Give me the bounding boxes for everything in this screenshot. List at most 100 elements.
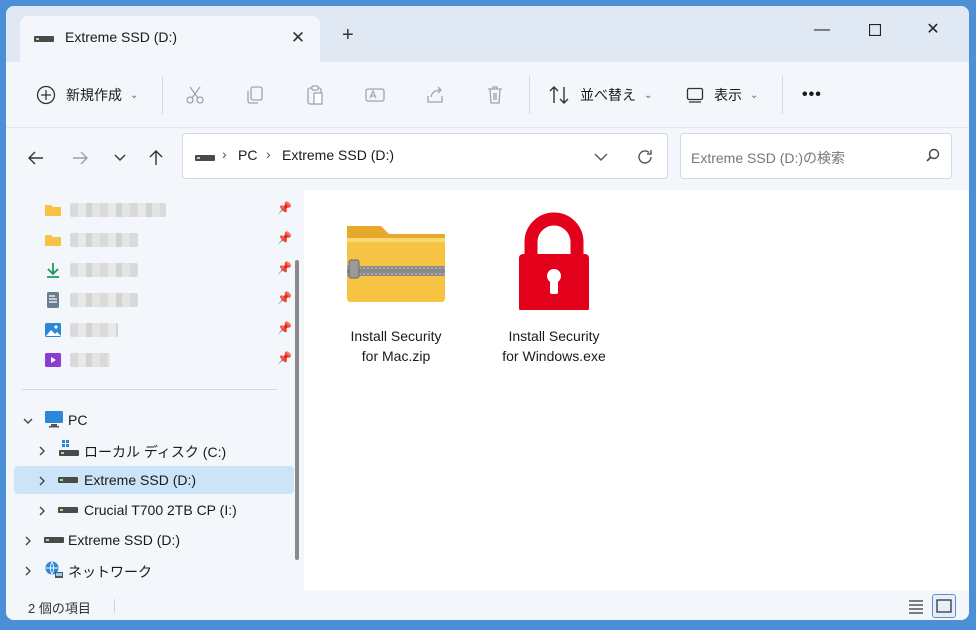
chevron-down-icon: ⌄ (750, 89, 759, 101)
tab-extreme-ssd[interactable]: Extreme SSD (D:) ✕ (20, 16, 320, 62)
address-dropdown-icon[interactable] (593, 149, 609, 165)
redacted-label (70, 233, 138, 247)
copy-icon[interactable] (244, 84, 266, 106)
tree-label: Extreme SSD (D:) (68, 532, 181, 548)
sidebar-scrollbar[interactable] (295, 260, 299, 560)
folder-icon (45, 235, 61, 246)
quick-access-item[interactable]: 📌 (42, 288, 292, 312)
view-icon (686, 87, 704, 103)
search-box[interactable]: Extreme SSD (D:)の検索 (680, 133, 952, 179)
large-icons-view-icon (936, 599, 952, 613)
tree-label: ネットワーク (68, 564, 152, 580)
trash-icon[interactable] (484, 84, 506, 106)
status-divider (114, 599, 115, 613)
search-icon (926, 148, 940, 162)
new-tab-button[interactable]: + (342, 24, 354, 47)
chevron-right-icon (39, 476, 45, 486)
sort-button[interactable]: 並べ替え ⌄ (548, 62, 652, 128)
search-input[interactable]: Extreme SSD (D:)の検索 (691, 148, 845, 168)
arrow-up-icon (149, 150, 163, 165)
recent-locations-button[interactable] (108, 146, 132, 170)
tree-item-extreme-ssd-d-selected[interactable]: Extreme SSD (D:) (14, 466, 294, 494)
redacted-label (70, 203, 166, 217)
drive-icon (44, 537, 64, 543)
pin-icon: 📌 (277, 261, 292, 275)
chevron-down-icon (23, 418, 33, 424)
windows-drive-icon (59, 440, 79, 456)
share-icon[interactable] (424, 84, 446, 106)
pin-icon: 📌 (277, 231, 292, 245)
tree-item-crucial-t700[interactable]: Crucial T700 2TB CP (I:) (14, 496, 294, 524)
cut-icon[interactable] (184, 84, 206, 106)
view-button[interactable]: 表示 ⌄ (686, 62, 758, 128)
title-bar: Extreme SSD (D:) ✕ + — ✕ (6, 6, 969, 62)
tree-label: ローカル ディスク (C:) (84, 444, 227, 460)
computer-icon (45, 411, 63, 428)
details-view-button[interactable] (904, 594, 928, 618)
explorer-window: Extreme SSD (D:) ✕ + — ✕ 新規作成 ⌄ 並べ替え ⌄ 表… (6, 6, 969, 620)
redacted-label (70, 293, 138, 307)
pin-icon: 📌 (277, 321, 292, 335)
file-name: Install Security for Windows.exe (502, 328, 606, 364)
command-bar: 新規作成 ⌄ 並べ替え ⌄ 表示 ⌄ ••• (6, 62, 969, 128)
sort-icon (549, 86, 569, 104)
videos-icon (45, 353, 61, 367)
more-options-button[interactable]: ••• (802, 62, 822, 128)
red-lock-icon (519, 212, 589, 310)
tree-item-extreme-ssd-d-root[interactable]: Extreme SSD (D:) (14, 526, 294, 554)
back-button[interactable] (24, 146, 48, 170)
refresh-icon[interactable] (635, 147, 655, 167)
new-button[interactable]: 新規作成 ⌄ (36, 62, 138, 128)
folder-icon (45, 205, 61, 216)
tree-item-network[interactable]: ネットワーク (14, 556, 294, 584)
chevron-down-icon: ⌄ (644, 89, 653, 101)
breadcrumb-separator: › (266, 146, 271, 162)
status-bar: 2 個の項目 (6, 590, 969, 620)
forward-button[interactable] (68, 146, 92, 170)
view-label: 表示 (714, 87, 742, 103)
pin-icon: 📌 (277, 291, 292, 305)
minimize-button[interactable]: — (799, 14, 845, 46)
chevron-right-icon (25, 536, 31, 546)
plus-circle-icon (36, 85, 56, 105)
file-list: Install Security for Mac.zip Install Sec… (304, 190, 969, 590)
toolbar-divider (782, 76, 783, 114)
paste-icon[interactable] (304, 84, 326, 106)
sidebar-divider (22, 389, 277, 390)
chevron-down-icon: ⌄ (130, 89, 139, 101)
drive-icon (195, 155, 215, 161)
tree-item-local-disk-c[interactable]: ローカル ディスク (C:) (14, 436, 294, 464)
breadcrumb-pc[interactable]: PC (238, 147, 257, 163)
quick-access-item[interactable]: 📌 (42, 198, 292, 222)
pin-icon: 📌 (277, 201, 292, 215)
pictures-icon (45, 323, 61, 337)
navigation-bar: › PC › Extreme SSD (D:) Extreme SSD (D:)… (6, 128, 969, 190)
file-name: Install Security for Mac.zip (350, 328, 442, 364)
toolbar-divider (529, 76, 530, 114)
rename-icon[interactable] (364, 84, 386, 106)
quick-access-item[interactable]: 📌 (42, 258, 292, 282)
quick-access-item[interactable]: 📌 (42, 228, 292, 252)
close-window-button[interactable]: ✕ (910, 14, 956, 46)
tab-close-button[interactable]: ✕ (288, 28, 308, 48)
drive-icon (58, 507, 78, 513)
quick-access-item[interactable]: 📌 (42, 348, 292, 372)
breadcrumb-separator: › (222, 146, 227, 162)
redacted-label (70, 323, 118, 337)
breadcrumb-extreme-ssd[interactable]: Extreme SSD (D:) (282, 147, 394, 163)
large-icons-view-button[interactable] (932, 594, 956, 618)
tree-item-pc[interactable]: PC (14, 406, 294, 434)
download-icon (47, 263, 59, 278)
tree-label: Crucial T700 2TB CP (I:) (84, 502, 237, 518)
address-bar[interactable]: › PC › Extreme SSD (D:) (182, 133, 668, 179)
redacted-label (70, 263, 138, 277)
up-button[interactable] (144, 146, 168, 170)
tree-label: PC (68, 412, 88, 428)
chevron-down-icon (114, 154, 126, 161)
sort-label: 並べ替え (580, 87, 636, 103)
drive-icon (58, 477, 78, 483)
maximize-button[interactable] (852, 14, 898, 46)
quick-access-item[interactable]: 📌 (42, 318, 292, 342)
chevron-right-icon (25, 566, 31, 576)
redacted-label (70, 353, 110, 367)
